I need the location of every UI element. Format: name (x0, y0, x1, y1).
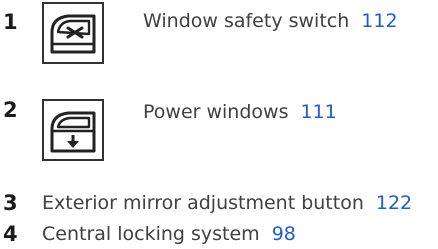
page-reference-link[interactable]: 122 (376, 192, 412, 214)
item-text: Power windows (143, 101, 289, 123)
item-number: 2 (3, 98, 18, 122)
item-number: 1 (3, 10, 18, 34)
item-text: Exterior mirror adjustment button (42, 192, 364, 214)
page-reference-link[interactable]: 111 (300, 101, 336, 123)
item-text: Window safety switch (143, 10, 350, 32)
item-label: Central locking system 98 (42, 225, 296, 244)
item-number: 4 (3, 222, 18, 246)
page-reference-link[interactable]: 98 (272, 223, 296, 245)
window-safety-switch-icon (42, 2, 104, 64)
item-number: 3 (3, 191, 18, 215)
item-label: Power windows 111 (143, 103, 337, 122)
page-reference-link[interactable]: 112 (361, 10, 397, 32)
item-label: Window safety switch 112 (143, 12, 398, 31)
item-text: Central locking system (42, 223, 260, 245)
power-window-icon (42, 99, 104, 161)
item-label: Exterior mirror adjustment button 122 (42, 194, 412, 213)
